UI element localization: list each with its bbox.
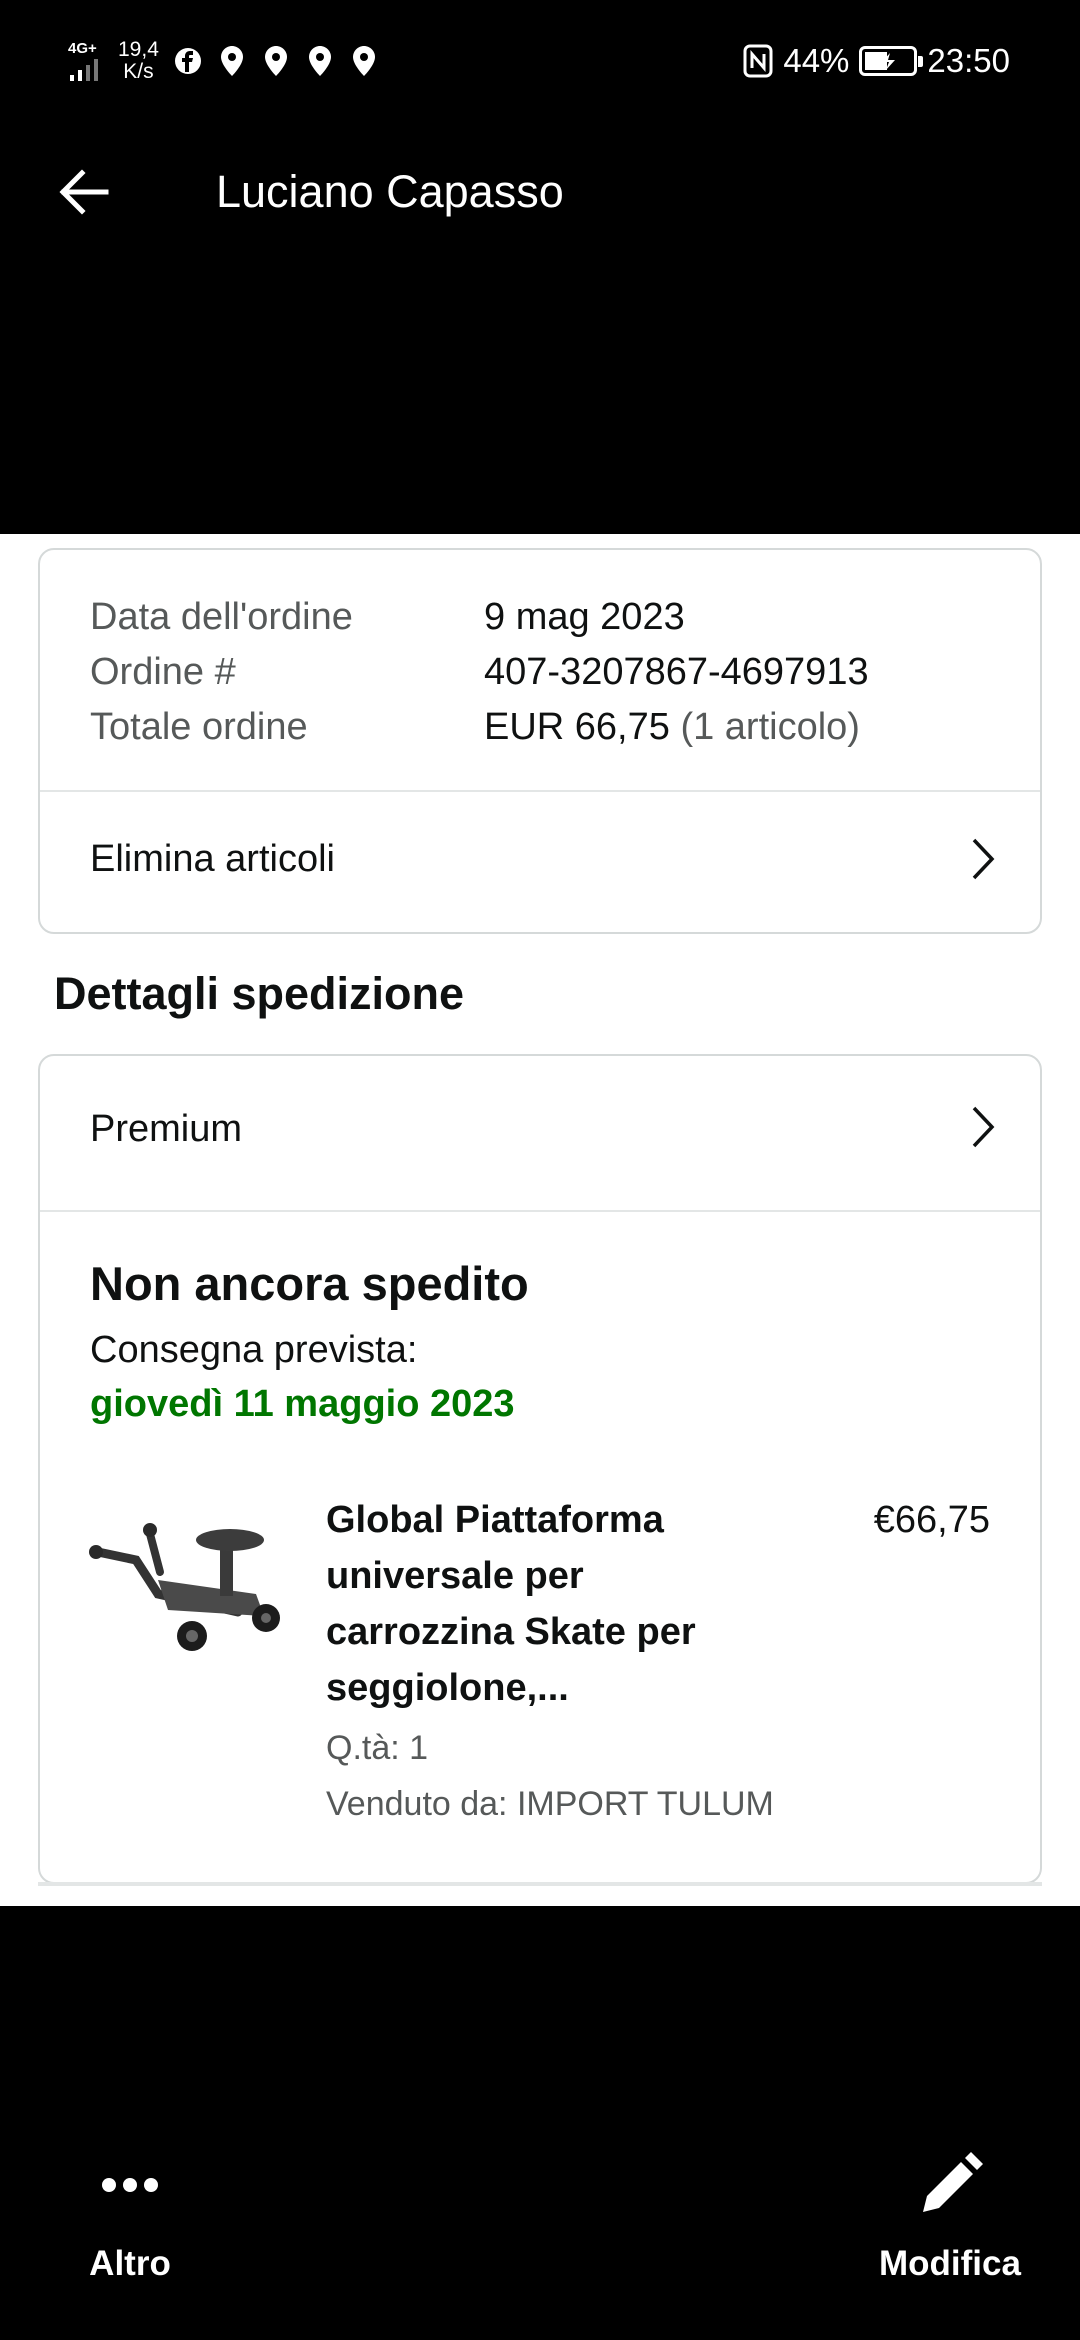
order-total-value: EUR 66,75 (1 articolo) [484,700,860,754]
page-title: Luciano Capasso [216,166,564,217]
location-icon [308,46,331,76]
speed-unit: K/s [123,60,154,83]
location-icon [352,46,375,76]
arrow-left-icon[interactable] [52,160,116,224]
location-icon [264,46,287,76]
product-title[interactable]: Global Piattaforma universale per carroz… [326,1492,766,1716]
shipment-status: Non ancora spedito [90,1257,529,1310]
status-left: 4G+ 19,4 K/s [68,36,379,86]
chevron-right-icon [972,838,995,880]
app-bar: Luciano Capasso [0,130,1080,240]
divider [40,1210,1040,1212]
order-summary-card: Data dell'ordine 9 mag 2023 Ordine # 407… [38,548,1042,934]
product-seller: Venduto da: IMPORT TULUM [326,1785,774,1823]
order-total-label: Totale ordine [90,706,308,748]
location-icon [220,46,243,76]
more-label: Altro [89,2244,171,2283]
shipping-section-title: Dettagli spedizione [54,968,465,1019]
order-number-label: Ordine # [90,651,236,693]
clock: 23:50 [927,42,1010,79]
facebook-icon [174,48,201,74]
order-details: Data dell'ordine 9 mag 2023 Ordine # 407… [0,534,1080,1906]
shipping-method-row[interactable]: Premium [40,1056,1040,1192]
nfc-icon [743,44,773,78]
shipping-card: Premium Non ancora spedito Consegna prev… [38,1054,1042,1884]
more-button[interactable]: Altro [60,2110,200,2310]
more-horizontal-icon [102,2178,158,2192]
network-label: 4G+ [68,40,97,57]
signal-icon [70,59,98,81]
shipping-method-label: Premium [90,1108,243,1150]
delete-items-row[interactable]: Elimina articoli [40,792,1040,928]
network-type: 4G+ [68,41,104,81]
edit-label: Modifica [879,2244,1021,2283]
battery-percent: 44% [783,42,850,79]
order-date-value: 9 mag 2023 [484,596,685,638]
chevron-right-icon [972,1106,995,1148]
delivery-label: Consegna prevista: [90,1329,418,1371]
delete-items-label: Elimina articoli [90,838,335,880]
status-bar: 4G+ 19,4 K/s 44% 23:50 [0,0,1080,120]
battery-icon [859,46,924,76]
divider [38,1882,1042,1886]
product-quantity: Q.tà: 1 [326,1729,429,1767]
pencil-icon [923,2152,983,2212]
delivery-date: giovedì 11 maggio 2023 [90,1383,515,1425]
order-date-label: Data dell'ordine [90,596,353,638]
product-image[interactable] [88,1512,284,1664]
order-total-amount: EUR 66,75 [484,706,670,748]
order-number-value: 407-3207867-4697913 [484,651,869,693]
bottom-toolbar: Altro Modifica [0,2110,1080,2340]
speed-value: 19,4 [118,38,159,61]
status-right: 44% 23:50 [743,36,1010,86]
edit-button[interactable]: Modifica [860,2110,1040,2310]
network-speed: 19,4 K/s [118,39,159,83]
product-price: €66,75 [873,1499,990,1541]
order-item-count: (1 articolo) [680,706,860,748]
